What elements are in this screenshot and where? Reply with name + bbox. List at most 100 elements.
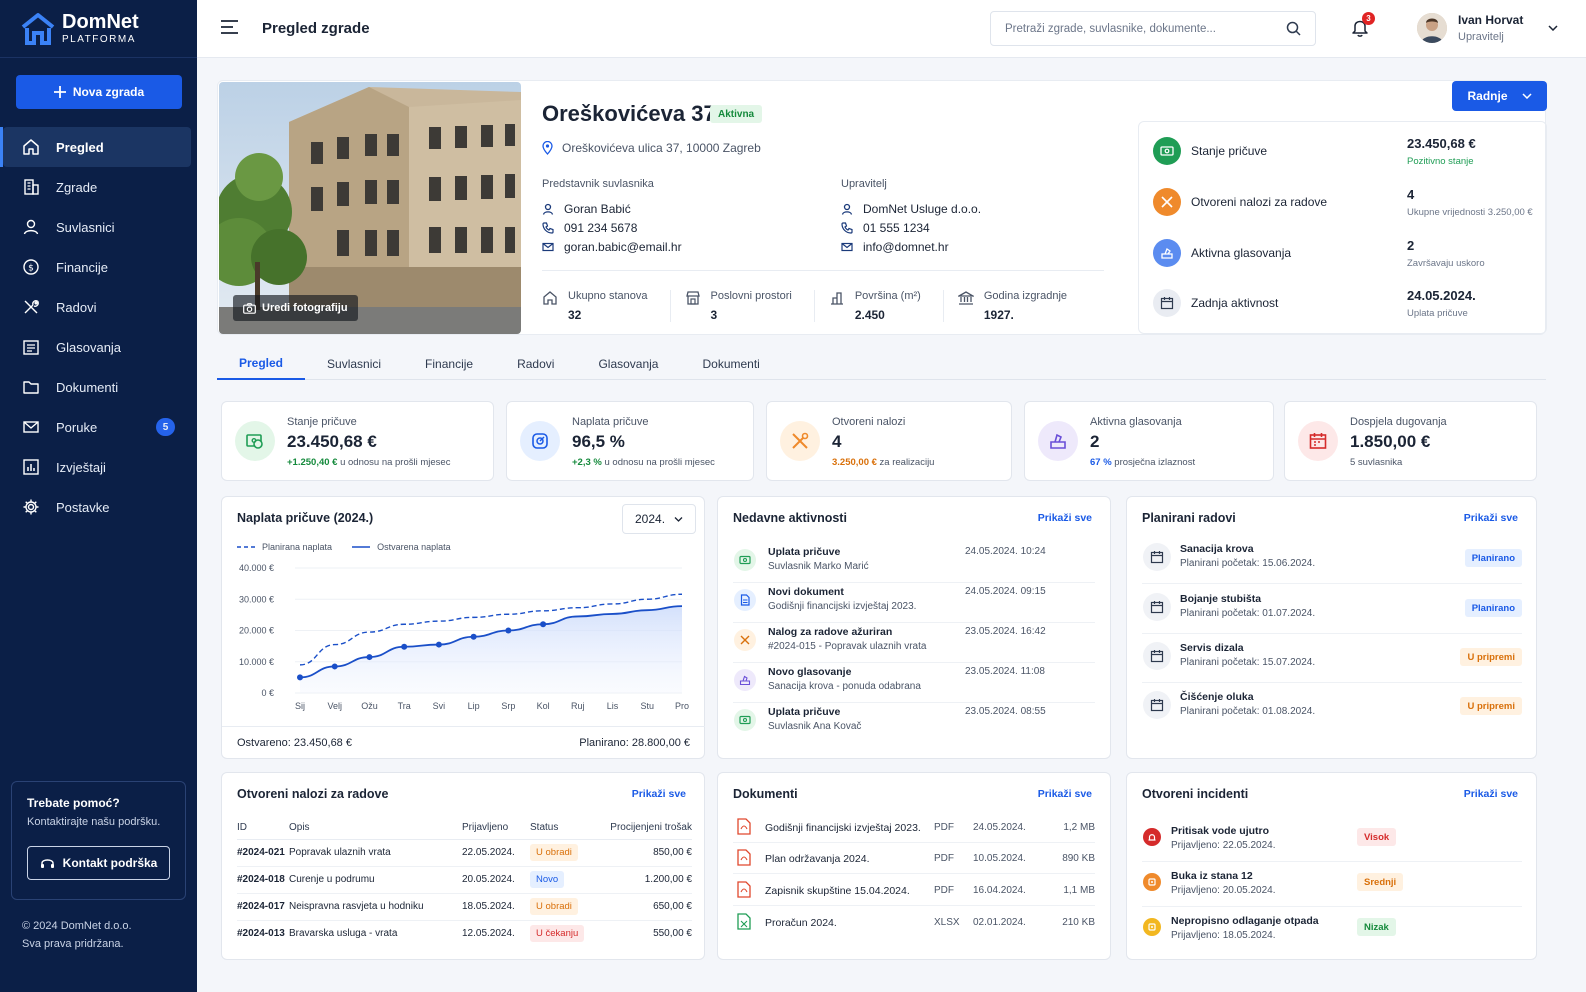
- manager-phone[interactable]: 01 555 1234: [863, 221, 930, 235]
- kpi-rest: 5 suvlasnika: [1350, 457, 1403, 468]
- kpi-sub: 5 suvlasnika: [1350, 457, 1402, 468]
- sidebar-item-postavke[interactable]: Postavke: [0, 487, 197, 527]
- list-item[interactable]: Plan održavanja 2024. PDF 10.05.2024. 89…: [733, 843, 1095, 874]
- sidebar-item-dokumenti[interactable]: Dokumenti: [0, 367, 197, 407]
- list-item[interactable]: Pritisak vode ujutro Prijavljeno: 22.05.…: [1142, 818, 1522, 862]
- user-icon: [542, 203, 554, 215]
- edit-photo-button[interactable]: Uredi fotografiju: [233, 295, 358, 321]
- list-item[interactable]: Uplata pričuve Suvlasnik Ana Kovač 23.05…: [733, 704, 1095, 743]
- tab-dokumenti[interactable]: Dokumenti: [680, 348, 781, 380]
- documents-show-all-link[interactable]: Prikaži sve: [1038, 788, 1092, 800]
- legend-dashed-line: [237, 546, 255, 548]
- folder-icon: [23, 381, 39, 394]
- list-item[interactable]: Čišćenje oluka Planirani početak: 01.08.…: [1142, 683, 1522, 732]
- notifications-button[interactable]: 3: [1352, 12, 1375, 37]
- sidebar-item-radovi[interactable]: Radovi: [0, 287, 197, 327]
- money-icon: [1160, 146, 1174, 156]
- summary-sub: Ukupne vrijednosti 3.250,00 €: [1407, 206, 1533, 218]
- manager-name: DomNet Usluge d.o.o.: [863, 201, 982, 216]
- hamburger-menu-icon[interactable]: [221, 20, 238, 34]
- representative-email[interactable]: goran.babic@email.hr: [564, 240, 682, 254]
- document-type: PDF: [934, 853, 954, 864]
- kpi-value: 96,5 %: [572, 432, 625, 451]
- collection-chart-card: Naplata pričuve (2024.) 2024. Planirana …: [221, 496, 705, 759]
- summary-icon-bg: [1153, 188, 1181, 216]
- list-item[interactable]: Novi dokument Godišnji financijski izvje…: [733, 584, 1095, 623]
- list-item[interactable]: Novo glasovanje Sanacija krova - ponuda …: [733, 664, 1095, 703]
- list-item[interactable]: Nalog za radove ažuriran #2024-015 - Pop…: [733, 624, 1095, 663]
- actions-dropdown-button[interactable]: Radnje: [1452, 81, 1547, 111]
- representative-phone-row: 091 234 5678: [542, 218, 802, 237]
- representative-phone[interactable]: 091 234 5678: [564, 221, 637, 235]
- list-item[interactable]: Zapisnik skupštine 15.04.2024. PDF 16.04…: [733, 875, 1095, 906]
- activity-icon-bg: [734, 709, 756, 731]
- achieved-value: 23.450,68 €: [290, 737, 352, 749]
- summary-value: 23.450,68 €: [1407, 135, 1476, 151]
- list-item[interactable]: Servis dizala Planirani početak: 15.07.2…: [1142, 634, 1522, 683]
- table-row[interactable]: #2024-013 Bravarska usluga - vrata 12.05…: [237, 920, 692, 947]
- order-date: 20.05.2024.: [462, 866, 530, 894]
- sidebar-item-pregled[interactable]: Pregled: [0, 127, 191, 167]
- list-item[interactable]: Uplata pričuve Suvlasnik Marko Marić 24.…: [733, 544, 1095, 583]
- table-row[interactable]: #2024-021 Popravak ulaznih vrata 22.05.2…: [237, 839, 692, 867]
- planned-label: Planirano:: [579, 737, 629, 749]
- list-item[interactable]: Buka iz stana 12 Prijavljeno: 20.05.2024…: [1142, 863, 1522, 907]
- planned-works-card: Planirani radovi Prikaži sve Sanacija kr…: [1126, 496, 1537, 759]
- year-select[interactable]: 2024.: [622, 504, 696, 534]
- order-status-cell: U čekanju: [530, 920, 600, 947]
- list-item[interactable]: Sanacija krova Planirani početak: 15.06.…: [1142, 535, 1522, 584]
- actual-data-point: [401, 643, 408, 650]
- table-row[interactable]: #2024-017 Neispravna rasvjeta u hodniku …: [237, 893, 692, 921]
- pdf-file-icon: [737, 818, 751, 835]
- address-text: Oreškovićeva ulica 37, 10000 Zagreb: [562, 141, 761, 155]
- stat-label: Ukupno stanova: [568, 290, 648, 302]
- list-item[interactable]: Godišnji financijski izvještaj 2023. PDF…: [733, 812, 1095, 843]
- table-row[interactable]: #2024-018 Curenje u podrumu 20.05.2024. …: [237, 866, 692, 894]
- chart-achieved: Ostvareno: 23.450,68 €: [237, 737, 352, 749]
- new-building-button[interactable]: Nova zgrada: [16, 75, 182, 109]
- sidebar-item-zgrade[interactable]: Zgrade: [0, 167, 197, 207]
- list-item[interactable]: Proračun 2024. XLSX 02.01.2024. 210 KB: [733, 907, 1095, 938]
- document-name: Zapisnik skupštine 15.04.2024.: [765, 885, 910, 897]
- edit-photo-label: Uredi fotografiju: [262, 302, 348, 314]
- contact-support-button[interactable]: Kontakt podrška: [27, 846, 170, 880]
- tab-radovi[interactable]: Radovi: [495, 348, 576, 380]
- brand-logo[interactable]: DomNet PLATFORMA: [0, 0, 197, 58]
- planned-show-all-link[interactable]: Prikaži sve: [1464, 512, 1518, 524]
- activity-sub: Suvlasnik Marko Marić: [768, 561, 869, 572]
- phone-icon: [841, 221, 853, 234]
- list-item[interactable]: Bojanje stubišta Planirani početak: 01.0…: [1142, 585, 1522, 634]
- rights-text: Sva prava pridržana.: [22, 938, 124, 950]
- sidebar-item-glasovanja[interactable]: Glasovanja: [0, 327, 197, 367]
- search-icon[interactable]: [1286, 21, 1301, 36]
- x-tick-label: Velj: [327, 701, 342, 711]
- x-tick-label: Ruj: [571, 701, 585, 711]
- kpi-value: 23.450,68 €: [287, 432, 377, 451]
- activities-show-all-link[interactable]: Prikaži sve: [1038, 512, 1092, 524]
- y-tick-label: 0 €: [261, 688, 274, 698]
- representative-name: Goran Babić: [564, 201, 631, 216]
- stat-value: 2.450: [854, 308, 885, 322]
- search-input[interactable]: [1005, 22, 1275, 35]
- document-size: 1,1 MB: [1063, 885, 1095, 896]
- manager-email[interactable]: info@domnet.hr: [863, 240, 949, 254]
- sidebar-item-suvlasnici[interactable]: Suvlasnici: [0, 207, 197, 247]
- incidents-show-all-link[interactable]: Prikaži sve: [1464, 788, 1518, 800]
- collection-line-chart: 0 € 10.000 € 20.000 € 30.000 € 40.000 € Sij Ve…: [239, 563, 689, 711]
- tab-financije[interactable]: Financije: [403, 348, 495, 380]
- stat-commercial: Poslovni prostori 3: [685, 290, 815, 322]
- kpi-label: Dospjela dugovanja: [1350, 416, 1447, 428]
- list-item[interactable]: Nepropisno odlaganje otpada Prijavljeno:…: [1142, 908, 1522, 952]
- plan-sub: Planirani početak: 15.06.2024.: [1180, 558, 1316, 569]
- sidebar-item-poruke[interactable]: Poruke 5: [0, 407, 197, 447]
- sidebar-item-financije[interactable]: $ Financije: [0, 247, 197, 287]
- user-menu[interactable]: Ivan Horvat Upravitelj: [1417, 13, 1558, 43]
- sidebar-item-izvjestaji[interactable]: Izvještaji: [0, 447, 197, 487]
- tab-suvlasnici[interactable]: Suvlasnici: [305, 348, 403, 380]
- tab-glasovanja[interactable]: Glasovanja: [576, 348, 680, 380]
- activity-sub: #2024-015 - Popravak ulaznih vrata: [768, 641, 927, 652]
- tab-pregled[interactable]: Pregled: [217, 348, 306, 380]
- recent-activities-card: Nedavne aktivnosti Prikaži sve Uplata pr…: [717, 496, 1111, 759]
- orders-show-all-link[interactable]: Prikaži sve: [632, 788, 686, 800]
- plan-icon-bg: [1143, 593, 1171, 621]
